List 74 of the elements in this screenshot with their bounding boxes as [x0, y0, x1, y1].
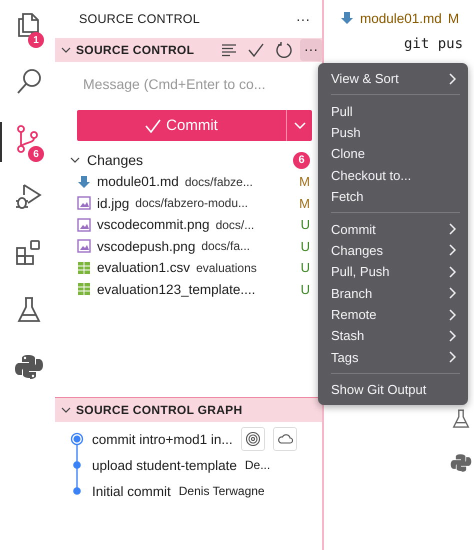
- spreadsheet-icon: [77, 260, 91, 275]
- history-entry[interactable]: Initial commit Denis Terwagne: [70, 478, 322, 504]
- commit-author: Denis Terwagne: [178, 484, 265, 498]
- submenu-chevron-icon: [448, 287, 456, 300]
- spreadsheet-icon: [77, 282, 91, 296]
- file-name: evaluation1.csv: [97, 260, 190, 276]
- file-status: M: [299, 196, 310, 211]
- target-icon[interactable]: [240, 427, 265, 451]
- menu-item[interactable]: Clone: [318, 143, 468, 165]
- python-icon: [14, 352, 44, 382]
- submenu-chevron-icon: [448, 72, 456, 85]
- activity-badge: 1: [28, 32, 44, 48]
- count-badge: 6: [293, 152, 310, 168]
- menu-item[interactable]: Push: [318, 122, 468, 144]
- file-path: docs/fabze...: [184, 174, 253, 189]
- file-status: U: [300, 260, 310, 276]
- sidebar-title: SOURCE CONTROL: [79, 12, 200, 26]
- file-status: U: [300, 282, 310, 297]
- history-entry[interactable]: upload student-template De...: [70, 452, 322, 478]
- submenu-chevron-icon: [448, 351, 456, 364]
- activity-bar-item[interactable]: 1: [0, 8, 55, 48]
- activity-bar-item[interactable]: 6: [0, 122, 55, 162]
- submenu-chevron-icon: [448, 308, 456, 321]
- section-title: SOURCE CONTROL GRAPH: [76, 403, 242, 417]
- menu-item[interactable]: Pull: [318, 100, 468, 122]
- commit-message: Initial commit: [92, 484, 171, 498]
- menu-item[interactable]: Show Git Output: [318, 379, 468, 400]
- file-path: evaluations: [196, 260, 257, 275]
- check-icon: [145, 118, 162, 132]
- file-path: docs/fabzero-modu...: [135, 196, 248, 210]
- file-name: vscodecommit.png: [97, 217, 210, 232]
- commit-author: De...: [244, 458, 270, 472]
- cloud-icon[interactable]: [272, 427, 297, 451]
- tab-status: M: [448, 10, 460, 26]
- chevron-down-icon: [294, 122, 306, 130]
- file-name: vscodepush.png: [97, 238, 196, 254]
- flask-icon: [450, 408, 472, 430]
- submenu-chevron-icon: [448, 244, 456, 256]
- file-path: docs/fa...: [201, 239, 250, 254]
- file-name: evaluation123_template....: [97, 282, 256, 297]
- history-entry[interactable]: commit intro+mod1 in...: [70, 426, 322, 452]
- image-icon: [77, 239, 91, 254]
- submenu-chevron-icon: [448, 266, 456, 278]
- check-icon[interactable]: [247, 42, 265, 58]
- editor-tab[interactable]: module01.md M: [324, 0, 474, 36]
- commit-message: commit intro+mod1 in...: [92, 432, 233, 446]
- activity-badge: 6: [28, 146, 44, 162]
- submenu-chevron-icon: [448, 223, 456, 236]
- file-status: U: [300, 217, 310, 232]
- refresh-icon[interactable]: [275, 41, 293, 59]
- python-icon: [450, 452, 472, 474]
- menu-item[interactable]: Tags: [318, 346, 468, 368]
- view-list-icon[interactable]: [221, 42, 237, 58]
- file-status: U: [300, 238, 310, 254]
- file-status: M: [299, 174, 310, 190]
- menu-item[interactable]: Stash: [318, 325, 468, 347]
- down-arrow-icon: [77, 174, 91, 189]
- menu-item[interactable]: Remote: [318, 304, 468, 326]
- section-title: SOURCE CONTROL: [76, 43, 194, 57]
- file-path: docs/...: [216, 218, 254, 232]
- down-arrow-icon: [340, 11, 354, 25]
- code-line: git pus: [403, 36, 464, 52]
- file-name: id.jpg: [97, 196, 130, 211]
- changes-label: Changes: [87, 152, 144, 168]
- commit-button[interactable]: Commit: [77, 110, 286, 141]
- menu-item[interactable]: View & Sort: [318, 68, 468, 90]
- image-icon: [77, 218, 91, 232]
- file-name: module01.md: [97, 174, 179, 190]
- tab-title: module01.md: [360, 10, 442, 26]
- commit-message: upload student-template: [92, 458, 237, 472]
- more-actions-button[interactable]: ···: [296, 11, 310, 27]
- submenu-chevron-icon: [448, 330, 456, 342]
- image-icon: [77, 196, 91, 210]
- more-actions-button[interactable]: ···: [300, 39, 322, 61]
